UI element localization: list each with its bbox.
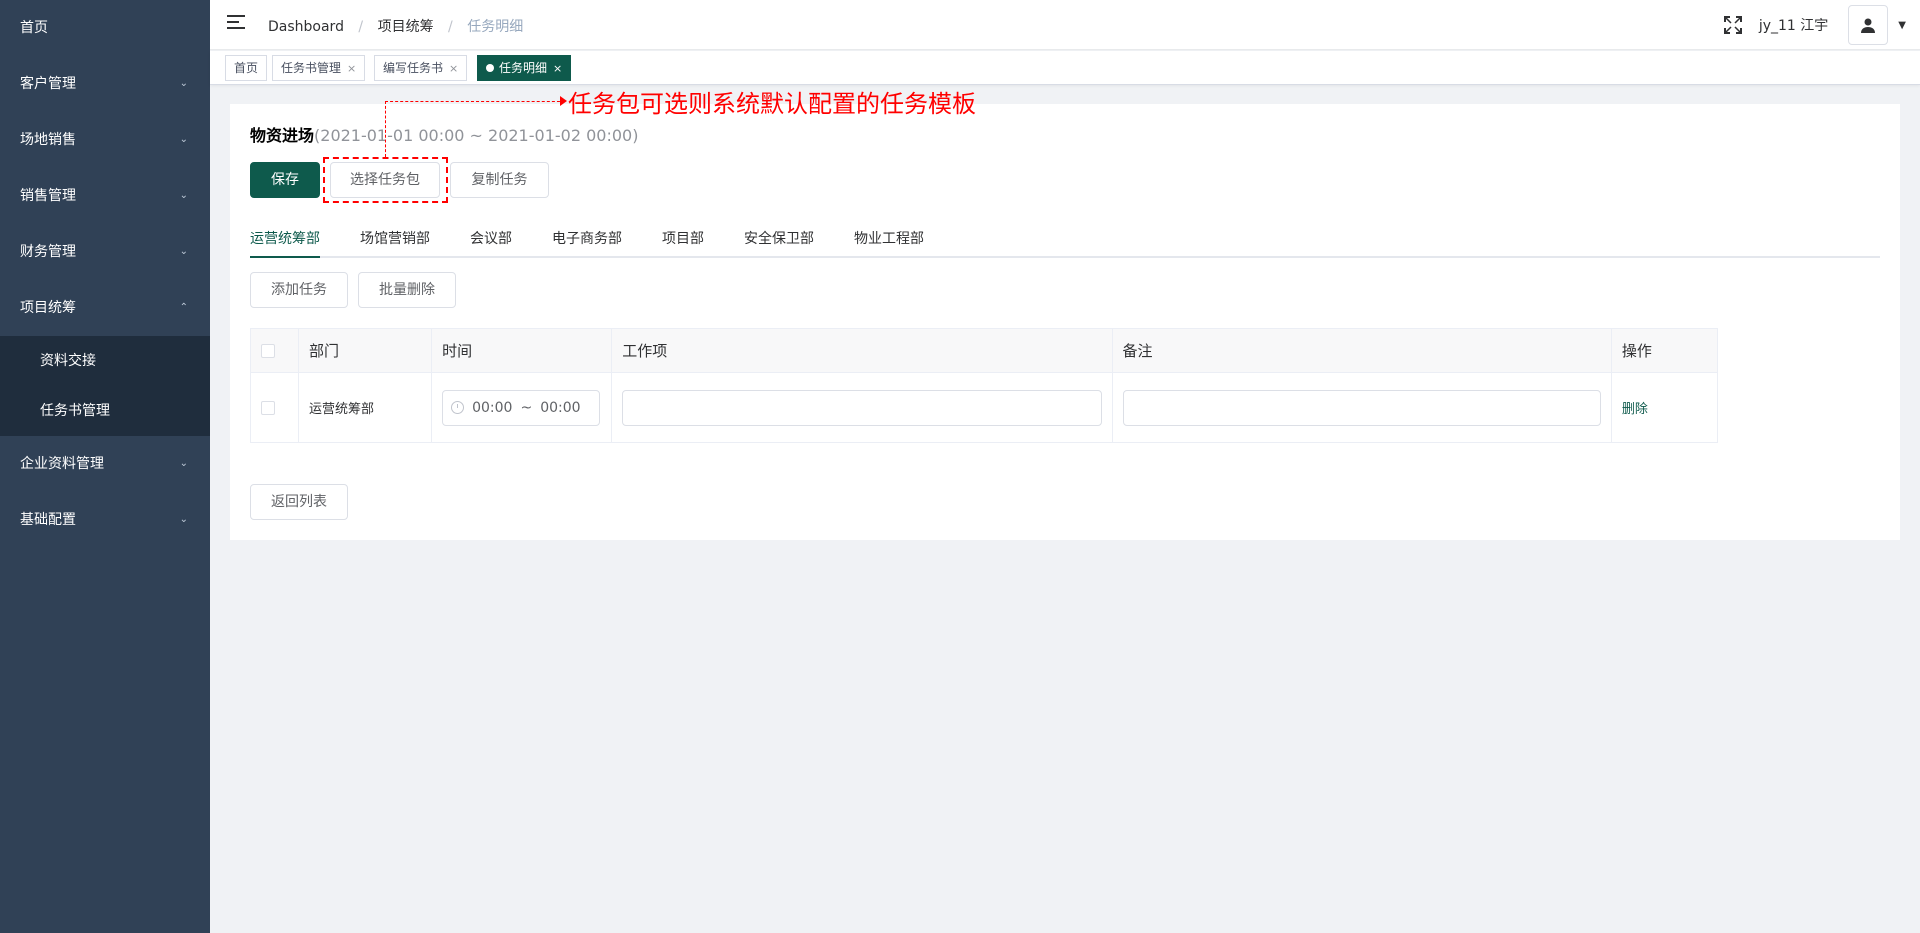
sidebar-item-label: 客户管理	[20, 76, 76, 92]
time-range-picker[interactable]: 00:00 ~ 00:00	[442, 389, 601, 426]
tag-task-detail[interactable]: 任务明细 ×	[477, 55, 572, 81]
breadcrumb-separator: /	[448, 19, 453, 35]
sidebar-subitem-task-book[interactable]: 任务书管理	[0, 386, 210, 436]
time-end: 00:00	[540, 399, 581, 416]
row-select-cell	[249, 372, 300, 443]
chevron-down-icon: ⌄	[179, 458, 188, 469]
select-all-checkbox[interactable]	[261, 344, 275, 358]
sidebar-item-customer[interactable]: 客户管理 ⌄	[0, 56, 210, 112]
save-button[interactable]: 保存	[250, 162, 320, 198]
annotation-text: 任务包可选则系统默认配置的任务模板	[568, 90, 976, 118]
header-select-cell	[249, 328, 300, 373]
sidebar-item-home[interactable]: 首页	[0, 0, 210, 56]
right-menu: jy_11 江宇 ▼	[1723, 0, 1906, 50]
header-action: 操作	[1610, 328, 1719, 373]
tag-home[interactable]: 首页	[225, 55, 268, 81]
work-item-input[interactable]	[622, 389, 1102, 426]
page-title-name: 物资进场	[250, 126, 315, 145]
tab-ecommerce[interactable]: 电子商务部	[552, 224, 622, 258]
sidebar-item-label: 首页	[20, 20, 48, 36]
tab-property[interactable]: 物业工程部	[854, 224, 924, 258]
delete-link[interactable]: 删除	[1622, 402, 1648, 417]
navbar: Dashboard / 项目统筹 / 任务明细 jy_11 江宇 ▼	[210, 0, 1920, 50]
user-icon	[1861, 18, 1876, 33]
sidebar-subitem-label: 任务书管理	[40, 403, 110, 419]
username[interactable]: jy_11 江宇	[1759, 15, 1828, 35]
tag-label: 任务明细	[499, 61, 548, 75]
chevron-down-icon: ⌄	[179, 78, 188, 89]
tab-security[interactable]: 安全保卫部	[744, 224, 814, 258]
time-start: 00:00	[472, 399, 513, 416]
header-work-item: 工作项	[611, 328, 1113, 373]
row-work-item-cell	[611, 372, 1113, 443]
table-header-row: 部门 时间 工作项 备注 操作	[249, 328, 1719, 373]
fullscreen-icon[interactable]	[1723, 15, 1743, 35]
tab-ops[interactable]: 运营统筹部	[250, 224, 320, 258]
sidebar-item-label: 企业资料管理	[20, 456, 104, 472]
sidebar-subitem-label: 资料交接	[40, 353, 96, 369]
row-time-cell: 00:00 ~ 00:00	[431, 372, 613, 443]
header-time: 时间	[431, 328, 613, 373]
close-icon[interactable]: ×	[347, 62, 356, 75]
chevron-down-icon: ⌄	[179, 190, 188, 201]
chevron-down-icon: ⌄	[179, 134, 188, 145]
sidebar-item-label: 财务管理	[20, 244, 76, 260]
tab-project[interactable]: 项目部	[662, 224, 704, 258]
sidebar-subitem-data-handover[interactable]: 资料交接	[0, 336, 210, 386]
sidebar-item-sales[interactable]: 销售管理 ⌄	[0, 168, 210, 224]
add-task-button[interactable]: 添加任务	[250, 272, 348, 308]
sidebar-item-enterprise[interactable]: 企业资料管理 ⌄	[0, 436, 210, 492]
sidebar-item-venue-sales[interactable]: 场地销售 ⌄	[0, 112, 210, 168]
row-remark-cell	[1111, 372, 1612, 443]
breadcrumb: Dashboard / 项目统筹 / 任务明细	[268, 16, 523, 36]
tag-label: 首页	[234, 61, 259, 75]
table-row: 运营统筹部 00:00 ~ 00:00 删除	[249, 372, 1719, 443]
row-checkbox[interactable]	[261, 401, 275, 415]
back-to-list-button[interactable]: 返回列表	[250, 484, 348, 520]
breadcrumb-separator: /	[358, 19, 364, 35]
sidebar-item-label: 场地销售	[20, 132, 76, 148]
task-table: 部门 时间 工作项 备注 操作 运营统筹部 00:00 ~ 00:00 删除	[249, 328, 1719, 443]
chevron-up-icon: ⌃	[179, 302, 188, 313]
annotation-arrow-icon	[560, 96, 567, 106]
clock-icon	[451, 401, 465, 414]
sidebar-item-finance[interactable]: 财务管理 ⌄	[0, 224, 210, 280]
sidebar-item-project[interactable]: 项目统筹 ⌃	[0, 280, 210, 336]
header-department: 部门	[298, 328, 433, 373]
caret-down-icon[interactable]: ▼	[1898, 20, 1906, 31]
breadcrumb-dashboard[interactable]: Dashboard	[268, 19, 344, 35]
sidebar-item-config[interactable]: 基础配置 ⌄	[0, 492, 210, 548]
row-department: 运营统筹部	[298, 372, 433, 443]
batch-delete-button[interactable]: 批量删除	[358, 272, 456, 308]
close-icon[interactable]: ×	[553, 62, 562, 75]
tab-venue-marketing[interactable]: 场馆营销部	[360, 224, 430, 258]
copy-task-button[interactable]: 复制任务	[450, 162, 549, 198]
sidebar: 首页 客户管理 ⌄ 场地销售 ⌄ 销售管理 ⌄ 财务管理 ⌄ 项目统筹 ⌃ 资料…	[0, 0, 210, 933]
breadcrumb-project[interactable]: 项目统筹	[378, 19, 434, 35]
avatar[interactable]	[1848, 5, 1889, 45]
chevron-down-icon: ⌄	[179, 514, 188, 525]
tags-view: 首页 任务书管理 × 编写任务书 × 任务明细 ×	[210, 51, 1920, 85]
tab-meeting[interactable]: 会议部	[470, 224, 512, 258]
tag-label: 任务书管理	[281, 61, 342, 75]
annotation-connector	[385, 101, 565, 157]
time-separator: ~	[520, 399, 533, 416]
tag-label: 编写任务书	[383, 61, 444, 75]
tag-task-book-manage[interactable]: 任务书管理 ×	[272, 55, 366, 81]
close-icon[interactable]: ×	[449, 62, 458, 75]
hamburger-icon[interactable]	[227, 15, 245, 33]
chevron-down-icon: ⌄	[179, 246, 188, 257]
remark-input[interactable]	[1122, 389, 1601, 426]
department-tabs: 运营统筹部 场馆营销部 会议部 电子商务部 项目部 安全保卫部 物业工程部	[250, 224, 1880, 258]
active-dot-icon	[486, 64, 494, 72]
tag-write-task-book[interactable]: 编写任务书 ×	[374, 55, 468, 81]
header-remark: 备注	[1111, 328, 1612, 373]
sidebar-item-label: 销售管理	[20, 188, 76, 204]
content-card: 物资进场(2021-01-01 00:00 ~ 2021-01-02 00:00…	[230, 104, 1900, 540]
sidebar-item-label: 基础配置	[20, 512, 76, 528]
row-action-cell: 删除	[1610, 372, 1719, 443]
sidebar-item-label: 项目统筹	[20, 300, 76, 316]
breadcrumb-current: 任务明细	[467, 19, 524, 35]
annotation-highlight-box	[323, 157, 448, 203]
